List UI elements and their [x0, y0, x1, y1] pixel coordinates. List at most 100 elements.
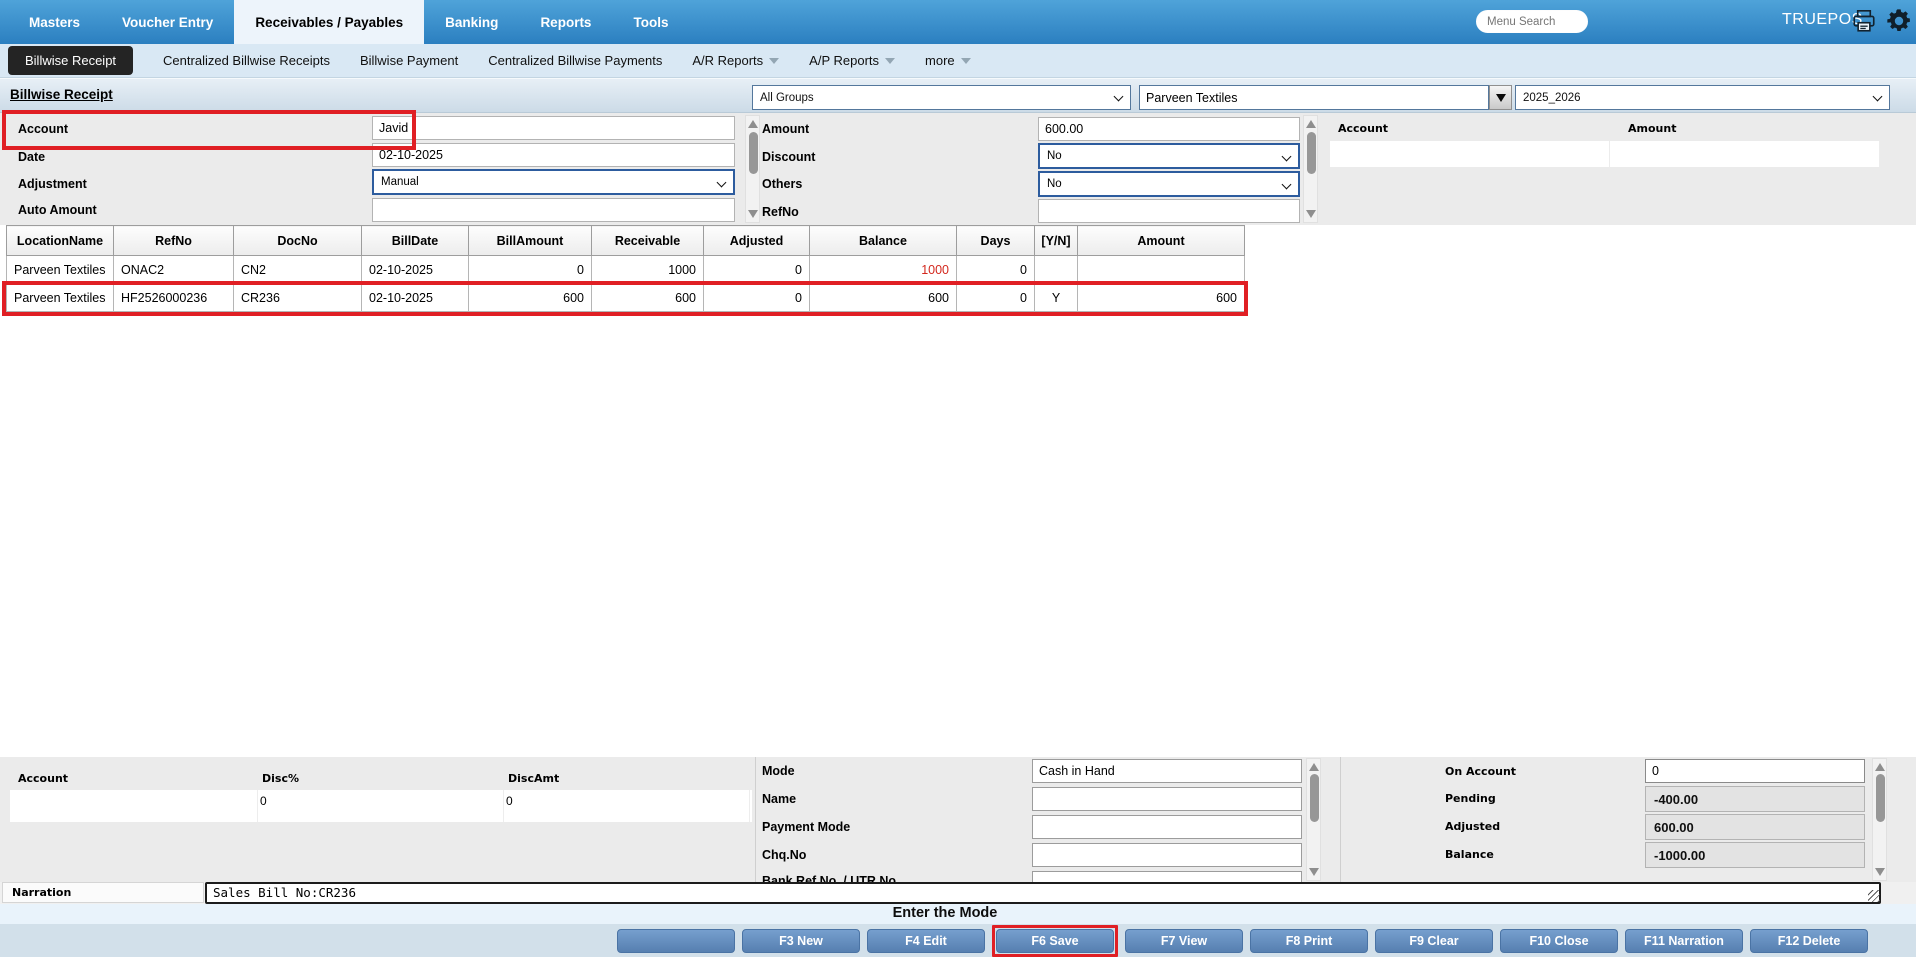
disc-account-cell — [10, 790, 258, 822]
subnav-centralized-billwise-receipts[interactable]: Centralized Billwise Receipts — [163, 53, 330, 68]
scroll-thumb[interactable] — [1310, 774, 1319, 822]
amount-input[interactable] — [1038, 117, 1300, 141]
narration-textarea[interactable]: Sales Bill No:CR236 — [205, 882, 1881, 904]
mode-input[interactable] — [1032, 759, 1302, 783]
cell-billdate: 02-10-2025 — [361, 283, 469, 312]
chq-no-input[interactable] — [1032, 843, 1302, 867]
refno-input[interactable] — [1038, 199, 1300, 223]
balance-label: Balance — [1445, 848, 1494, 861]
cell-amount[interactable]: 600 — [1077, 283, 1245, 312]
subnav-more[interactable]: more — [925, 53, 971, 68]
scroll-thumb[interactable] — [749, 132, 758, 174]
form-scrollbar-right[interactable] — [1303, 115, 1318, 223]
f6-save-button[interactable]: F6 Save — [996, 928, 1114, 953]
chq-no-label: Chq.No — [762, 848, 807, 862]
date-input[interactable] — [372, 143, 735, 167]
tab-voucher-entry[interactable]: Voucher Entry — [101, 0, 234, 44]
name-input[interactable] — [1032, 787, 1302, 811]
chevron-down-icon — [1872, 91, 1883, 102]
subnav-billwise-receipt[interactable]: Billwise Receipt — [8, 46, 134, 75]
f11-narration-button[interactable]: F11 Narration — [1625, 928, 1743, 953]
f7-view-button[interactable]: F7 View — [1125, 928, 1243, 953]
f10-close-button[interactable]: F10 Close — [1500, 928, 1618, 953]
scroll-down-icon[interactable] — [1309, 868, 1319, 876]
scroll-up-icon[interactable] — [1875, 763, 1885, 771]
summary-scrollbar[interactable] — [1872, 758, 1887, 881]
form-scrollbar-left[interactable] — [745, 115, 760, 223]
financial-year-select[interactable]: 2025_2026 — [1515, 85, 1890, 110]
tab-banking[interactable]: Banking — [424, 0, 519, 44]
save-highlight-box: F6 Save — [992, 924, 1118, 957]
tab-masters[interactable]: Masters — [8, 0, 101, 44]
cell-amount[interactable] — [1077, 255, 1245, 284]
resize-handle-icon[interactable] — [1868, 890, 1880, 902]
table-row[interactable]: Parveen Textiles ONAC2 CN2 02-10-2025 0 … — [6, 255, 1245, 284]
col-billamount: BillAmount — [468, 225, 592, 256]
status-row: Enter the Mode — [0, 904, 1916, 924]
top-nav: Masters Voucher Entry Receivables / Paya… — [0, 0, 1916, 44]
voucher-form: Account Date Adjustment Auto Amount Manu… — [0, 113, 1916, 225]
scroll-thumb[interactable] — [1307, 132, 1316, 174]
scroll-down-icon[interactable] — [1875, 868, 1885, 876]
chevron-down-icon — [960, 57, 971, 64]
auto-amount-label: Auto Amount — [18, 203, 97, 217]
tab-tools[interactable]: Tools — [612, 0, 689, 44]
scroll-up-icon[interactable] — [1306, 120, 1316, 128]
adjustment-select[interactable]: Manual — [372, 169, 735, 195]
scroll-down-icon[interactable] — [748, 210, 758, 218]
blank-button[interactable] — [617, 928, 735, 953]
narration-label: Narration — [12, 886, 72, 899]
auto-amount-input[interactable] — [372, 198, 735, 222]
on-account-input[interactable] — [1645, 759, 1865, 783]
account-input[interactable] — [372, 116, 735, 140]
f3-new-button[interactable]: F3 New — [742, 928, 860, 953]
printer-icon[interactable] — [1851, 8, 1877, 39]
app-window: Masters Voucher Entry Receivables / Paya… — [0, 0, 1916, 957]
subnav-ar-reports[interactable]: A/R Reports — [692, 53, 780, 68]
party-dropdown-button[interactable] — [1489, 85, 1512, 110]
cell-billamount: 0 — [468, 255, 592, 284]
f9-clear-button[interactable]: F9 Clear — [1375, 928, 1493, 953]
cell-docno: CN2 — [233, 255, 362, 284]
cell-balance: 1000 — [809, 255, 957, 284]
payment-mode-input[interactable] — [1032, 815, 1302, 839]
others-select[interactable]: No — [1038, 171, 1300, 197]
party-input[interactable] — [1139, 85, 1489, 110]
cell-locationname: Parveen Textiles — [6, 255, 114, 284]
cell-yn[interactable] — [1034, 255, 1078, 284]
disc-pct-header: Disc% — [262, 772, 299, 785]
scroll-up-icon[interactable] — [748, 120, 758, 128]
col-refno: RefNo — [113, 225, 234, 256]
discount-row[interactable]: 0 0 — [10, 790, 752, 822]
tab-reports[interactable]: Reports — [519, 0, 612, 44]
cell-yn[interactable]: Y — [1034, 283, 1078, 312]
subnav-ap-reports[interactable]: A/P Reports — [809, 53, 896, 68]
scroll-down-icon[interactable] — [1306, 210, 1316, 218]
table-row-selected[interactable]: Parveen Textiles HF2526000236 CR236 02-1… — [6, 283, 1245, 312]
scroll-thumb[interactable] — [1876, 774, 1885, 822]
tab-receivables-payables[interactable]: Receivables / Payables — [234, 0, 425, 44]
mode-label: Mode — [762, 764, 795, 778]
name-label: Name — [762, 792, 797, 806]
adjusted-label: Adjusted — [1445, 820, 1501, 833]
gear-icon[interactable] — [1885, 7, 1913, 40]
group-select[interactable]: All Groups — [752, 85, 1131, 110]
discount-select[interactable]: No — [1038, 143, 1300, 169]
adjustment-value: Manual — [381, 176, 419, 188]
col-yn: [Y/N] — [1034, 225, 1078, 256]
bank-ref-input[interactable] — [1032, 871, 1302, 882]
menu-search-input[interactable] — [1476, 10, 1588, 33]
payment-scrollbar[interactable] — [1306, 758, 1321, 881]
scroll-up-icon[interactable] — [1309, 763, 1319, 771]
f8-print-button[interactable]: F8 Print — [1250, 928, 1368, 953]
allocation-empty-row[interactable] — [1330, 141, 1880, 167]
cell-days: 0 — [956, 255, 1035, 284]
disc-pct-cell: 0 — [258, 790, 504, 822]
allocation-account-cell — [1330, 141, 1610, 167]
pending-value: -400.00 — [1645, 786, 1865, 812]
subnav-centralized-billwise-payments[interactable]: Centralized Billwise Payments — [488, 53, 662, 68]
subnav-billwise-payment[interactable]: Billwise Payment — [360, 53, 458, 68]
cell-refno: HF2526000236 — [113, 283, 234, 312]
f4-edit-button[interactable]: F4 Edit — [867, 928, 985, 953]
f12-delete-button[interactable]: F12 Delete — [1750, 928, 1868, 953]
